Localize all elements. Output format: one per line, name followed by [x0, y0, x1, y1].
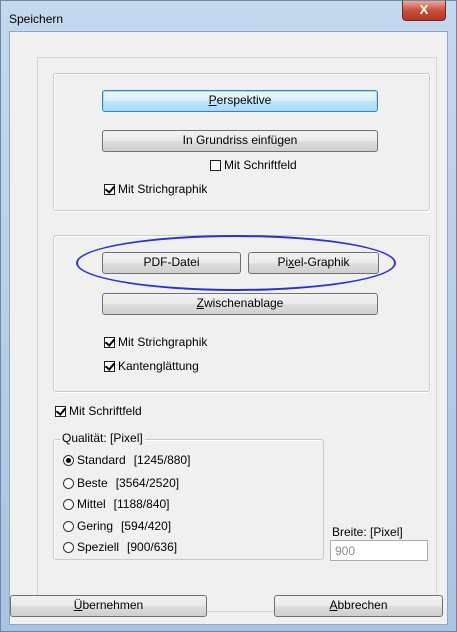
top-schriftfeld-checkbox[interactable]: Mit Schriftfeld: [210, 157, 297, 173]
quality-mittel-size: [1188/840]: [113, 497, 170, 511]
abbrechen-label: bbrechen: [337, 598, 388, 612]
quality-standard-radio[interactable]: [63, 454, 74, 466]
quality-speziell-size: [900/636]: [127, 540, 178, 554]
close-button[interactable]: X: [402, 1, 446, 21]
zwischenablage-label: wischenablage: [203, 296, 284, 310]
quality-option-beste[interactable]: Beste [3564/2520]: [63, 475, 179, 491]
quality-speziell-name: Speziell: [77, 540, 120, 554]
quality-option-speziell[interactable]: Speziell [900/636]: [63, 539, 177, 555]
uebernehmen-button[interactable]: Übernehmen: [10, 595, 207, 617]
quality-gering-radio[interactable]: [63, 520, 74, 532]
width-input[interactable]: [330, 540, 428, 561]
main-schriftfeld-label: Mit Schriftfeld: [69, 404, 142, 418]
zwischenablage-button[interactable]: Zwischenablage: [102, 293, 378, 315]
quality-standard-name: Standard: [77, 453, 126, 467]
quality-mittel-radio[interactable]: [63, 498, 74, 510]
quality-option-gering[interactable]: Gering [594/420]: [63, 518, 171, 534]
perspektive-mnemonic: P: [208, 93, 217, 107]
grundriss-einfuegen-label: In Grundriss einfügen: [182, 133, 298, 147]
uebernehmen-label: bernehmen: [82, 598, 144, 612]
quality-option-standard[interactable]: Standard [1245/880]: [63, 452, 190, 468]
quality-mittel-name: Mittel: [77, 497, 106, 511]
zwischenablage-mnemonic: Z: [196, 296, 204, 310]
window-title: Speichern: [9, 12, 64, 26]
quality-beste-size: [3564/2520]: [115, 476, 180, 490]
kantenglaettung-label: Kantenglättung: [118, 359, 199, 373]
export-strichgraphik-label: Mit Strichgraphik: [118, 335, 208, 349]
perspektive-label: erspektive: [216, 93, 272, 107]
quality-option-mittel[interactable]: Mittel [1188/840]: [63, 496, 170, 512]
pixel-graphik-label-start: Pi: [277, 255, 289, 269]
quality-gering-name: Gering: [77, 519, 114, 533]
top-schriftfeld-label: Mit Schriftfeld: [224, 158, 297, 172]
pdf-datei-label: PDF-Datei: [143, 255, 200, 269]
abbrechen-button[interactable]: Abbrechen: [274, 595, 443, 617]
top-strichgraphik-checkbox-box[interactable]: [104, 183, 115, 195]
kantenglaettung-checkbox[interactable]: Kantenglättung: [104, 358, 199, 374]
quality-gering-size: [594/420]: [121, 519, 172, 533]
quality-speziell-radio[interactable]: [63, 541, 74, 553]
width-label: Breite: [Pixel]: [332, 525, 403, 539]
title-bar[interactable]: Speichern X: [1, 1, 456, 31]
grundriss-einfuegen-button[interactable]: In Grundriss einfügen: [102, 130, 378, 152]
dialog-body: Perspektive In Grundriss einfügen Mit Sc…: [9, 31, 448, 625]
main-schriftfeld-checkbox-box[interactable]: [55, 405, 66, 417]
kantenglaettung-checkbox-box[interactable]: [104, 360, 115, 372]
top-schriftfeld-checkbox-box[interactable]: [210, 159, 221, 171]
top-strichgraphik-label: Mit Strichgraphik: [118, 182, 208, 196]
quality-beste-radio[interactable]: [63, 477, 74, 489]
perspektive-button[interactable]: Perspektive: [102, 90, 378, 112]
export-strichgraphik-checkbox[interactable]: Mit Strichgraphik: [104, 334, 207, 350]
quality-beste-name: Beste: [77, 476, 108, 490]
top-strichgraphik-checkbox[interactable]: Mit Strichgraphik: [104, 181, 207, 197]
main-schriftfeld-checkbox[interactable]: Mit Schriftfeld: [55, 403, 142, 419]
pdf-datei-button[interactable]: PDF-Datei: [102, 252, 241, 274]
quality-standard-size: [1245/880]: [133, 453, 191, 467]
save-dialog-window: Speichern X Perspektive In Grundriss ein…: [0, 0, 457, 632]
close-icon: X: [419, 2, 429, 17]
export-strichgraphik-checkbox-box[interactable]: [104, 336, 115, 348]
pixel-graphik-button[interactable]: Pixel-Graphik: [248, 252, 379, 274]
quality-legend: Qualität: [Pixel]: [60, 431, 145, 445]
pixel-graphik-label-end: el-Graphik: [294, 255, 350, 269]
